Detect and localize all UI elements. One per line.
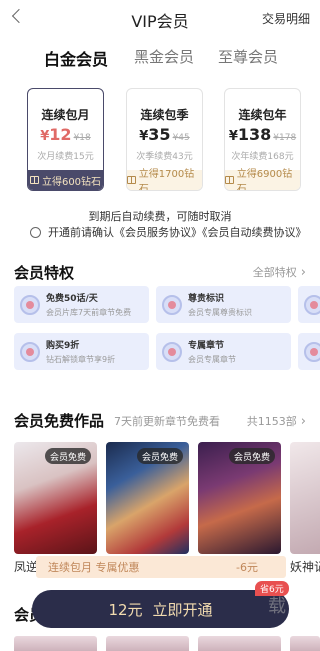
work-title: 妖神记 bbox=[290, 560, 320, 574]
bonus-label: 立得1700钻石 bbox=[138, 169, 195, 191]
privilege-icon bbox=[304, 294, 320, 315]
plan-price: ¥12 ¥18 bbox=[28, 125, 103, 144]
privilege-more[interactable] bbox=[298, 286, 320, 323]
header: VIP会员 交易明细 bbox=[0, 0, 320, 36]
auto-renew-note: 到期后自动续费，可随时取消 bbox=[88, 210, 232, 223]
plan-yearly[interactable]: 连续包年 ¥138 ¥178 次年续费168元 立得6900钻石 bbox=[224, 88, 301, 191]
bonus-label: 立得600钻石 bbox=[41, 176, 102, 188]
all-works-link[interactable]: 共1153部 bbox=[247, 413, 306, 429]
privileges-title: 会员特权 bbox=[14, 264, 75, 282]
free-works-title: 会员免费作品 bbox=[14, 412, 105, 430]
open-now-button[interactable]: 12元 立即开通 bbox=[32, 590, 289, 628]
gift-icon bbox=[127, 176, 136, 184]
work-cover[interactable]: 会员免费 bbox=[198, 442, 281, 554]
renew-price: 次季续费43元 bbox=[136, 152, 193, 162]
free-badge: 会员免费 bbox=[44, 448, 91, 464]
privilege-desc: 会员片库7天前章节免费 bbox=[46, 308, 132, 317]
price-amount: 35 bbox=[148, 125, 171, 144]
diamond-bonus: 立得1700钻石 bbox=[127, 169, 202, 190]
cta-label: 立即开通 bbox=[152, 600, 213, 619]
currency: ¥ bbox=[228, 129, 238, 144]
agreement-radio[interactable] bbox=[30, 226, 41, 238]
price-amount: 12 bbox=[49, 125, 72, 144]
free-badge: 会员免费 bbox=[228, 448, 275, 464]
work-title: 凤逆 bbox=[14, 560, 39, 574]
work-cover[interactable] bbox=[14, 636, 97, 651]
next-section-strip bbox=[0, 630, 320, 651]
privilege-desc: 钻石解锁章节享9折 bbox=[46, 355, 116, 364]
privilege-more[interactable] bbox=[298, 333, 320, 370]
cta-price: 12元 bbox=[108, 600, 143, 619]
plan-name: 连续包季 bbox=[140, 108, 189, 122]
gift-icon bbox=[225, 176, 234, 184]
plan-quarterly[interactable]: 连续包季 ¥35 ¥45 次季续费43元 立得1700钻石 bbox=[126, 88, 203, 191]
currency: ¥ bbox=[139, 129, 149, 144]
privilege-title: 专属章节 bbox=[188, 341, 225, 351]
plan-price: ¥138 ¥178 bbox=[225, 125, 300, 144]
tab-black-gold[interactable]: 黑金会员 bbox=[134, 46, 194, 67]
work-cover[interactable] bbox=[290, 442, 320, 554]
plan-price: ¥35 ¥45 bbox=[127, 125, 202, 144]
diamond-bonus: 立得600钻石 bbox=[28, 170, 103, 190]
privilege-desc: 会员专属尊贵标识 bbox=[188, 308, 252, 317]
agreement-text: 开通前请确认《会员服务协议》《会员自动续费协议》 bbox=[48, 226, 307, 239]
renew-price: 次年续费168元 bbox=[231, 152, 294, 162]
plan-name: 连续包月 bbox=[41, 108, 90, 122]
free-badge: 会员免费 bbox=[136, 448, 183, 464]
privilege-desc: 会员专属章节 bbox=[188, 355, 236, 364]
tab-platinum[interactable]: 白金会员 bbox=[44, 46, 108, 70]
bonus-label: 立得6900钻石 bbox=[236, 169, 293, 191]
free-chapter-icon bbox=[20, 294, 40, 315]
watermark: 载 bbox=[268, 596, 288, 617]
tab-supreme[interactable]: 至尊会员 bbox=[218, 46, 278, 67]
currency: ¥ bbox=[40, 129, 50, 144]
privilege-title: 免费50话/天 bbox=[46, 294, 98, 304]
free-works-subtitle: 7天前更新章节免费看 bbox=[114, 415, 220, 428]
agreement-row[interactable]: 开通前请确认《会员服务协议》《会员自动续费协议》 bbox=[30, 224, 307, 240]
privilege-exclusive-chapters[interactable]: 专属章节 会员专属章节 bbox=[156, 333, 291, 370]
privilege-vip-badge[interactable]: 尊贵标识 会员专属尊贵标识 bbox=[156, 286, 291, 323]
old-price: ¥178 bbox=[273, 133, 297, 143]
promo-bar: 连续包月 专属优惠 -6元 bbox=[36, 556, 286, 578]
exclusive-chapter-icon bbox=[162, 341, 182, 362]
work-cover[interactable] bbox=[290, 636, 320, 651]
tier-tabs: 白金会员 黑金会员 至尊会员 bbox=[0, 46, 320, 70]
plan-monthly[interactable]: 连续包月 ¥12 ¥18 次月续费15元 立得600钻石 bbox=[27, 88, 104, 191]
promo-label: 连续包月 专属优惠 bbox=[48, 561, 140, 574]
privilege-discount[interactable]: 购买9折 钻石解锁章节享9折 bbox=[14, 333, 149, 370]
price-amount: 138 bbox=[237, 125, 272, 144]
promo-discount: -6元 bbox=[236, 561, 258, 574]
transaction-history-link[interactable]: 交易明细 bbox=[262, 10, 310, 27]
gift-icon bbox=[29, 176, 39, 184]
vip-badge-icon bbox=[162, 294, 182, 315]
renew-price: 次月续费15元 bbox=[37, 152, 94, 162]
work-cover[interactable] bbox=[106, 636, 189, 651]
work-cover[interactable]: 会员免费 bbox=[14, 442, 97, 554]
old-price: ¥18 bbox=[73, 133, 91, 143]
work-cover[interactable] bbox=[198, 636, 281, 651]
privilege-icon bbox=[304, 341, 320, 362]
privilege-title: 购买9折 bbox=[46, 341, 80, 351]
work-cover[interactable]: 会员免费 bbox=[106, 442, 189, 554]
privilege-title: 尊贵标识 bbox=[188, 294, 225, 304]
privilege-free-chapters[interactable]: 免费50话/天 会员片库7天前章节免费 bbox=[14, 286, 149, 323]
plan-name: 连续包年 bbox=[238, 108, 287, 122]
old-price: ¥45 bbox=[172, 133, 190, 143]
all-privileges-link[interactable]: 全部特权 bbox=[253, 264, 306, 280]
discount-icon bbox=[20, 341, 40, 362]
diamond-bonus: 立得6900钻石 bbox=[225, 169, 300, 190]
